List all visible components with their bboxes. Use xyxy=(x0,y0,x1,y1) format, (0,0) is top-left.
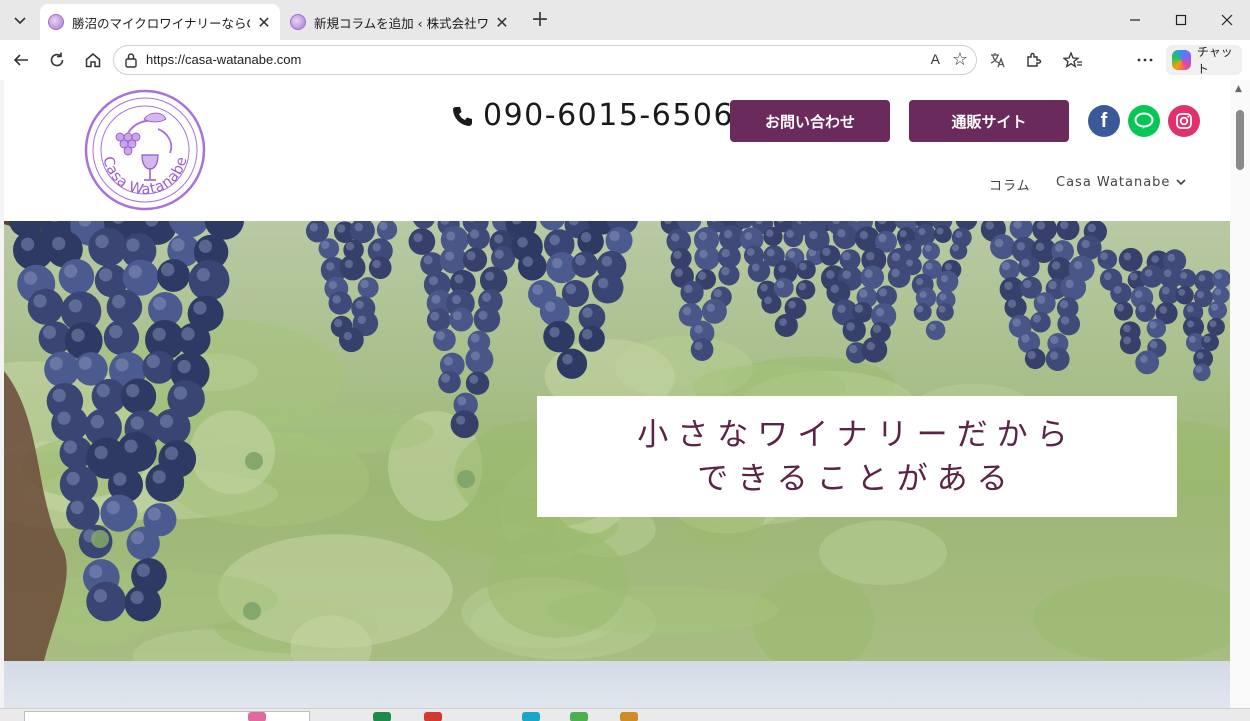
contact-button[interactable]: お問い合わせ xyxy=(730,100,890,142)
taskbar-app-icon[interactable] xyxy=(570,712,588,721)
nav-casa-watanabe-label: Casa Watanabe xyxy=(1056,175,1171,190)
site-favicon-icon xyxy=(48,14,64,30)
tab-casa-watanabe[interactable]: 勝沼のマイクロワイナリーならCasa Watanabe ✕ xyxy=(40,4,280,40)
refresh-icon[interactable] xyxy=(43,46,71,74)
next-section xyxy=(4,661,1230,708)
copilot-label: チャット xyxy=(1196,45,1233,76)
taskbar-app-icon[interactable] xyxy=(424,712,442,721)
tab-new-column[interactable]: 新規コラムを追加 ‹ 株式会社ワイナリー ✕ xyxy=(282,4,518,40)
close-icon[interactable]: ✕ xyxy=(494,13,510,32)
nav-casa-watanabe[interactable]: Casa Watanabe xyxy=(1056,175,1186,190)
chevron-down-icon xyxy=(1176,179,1186,186)
translate-icon[interactable] xyxy=(983,46,1011,74)
phone-icon xyxy=(453,106,472,126)
hero-tagline-line1: 小さなワイナリーだから xyxy=(637,416,1077,453)
hero-tagline-line2: できることがある xyxy=(697,460,1017,497)
site-logo[interactable]: Casa Watanabe xyxy=(84,89,206,211)
tab-title: 新規コラムを追加 ‹ 株式会社ワイナリー xyxy=(314,15,488,31)
browser-toolbar: https://casa-watanabe.com A ☆ チャット xyxy=(0,40,1250,112)
new-tab-icon[interactable]: + xyxy=(527,7,553,33)
hero-tagline-box: 小さなワイナリーだから できることがある xyxy=(537,396,1177,517)
maximize-icon[interactable] xyxy=(1158,0,1204,40)
nav-column[interactable]: コラム xyxy=(989,175,1031,194)
extensions-icon[interactable] xyxy=(1019,46,1047,74)
more-icon[interactable] xyxy=(1131,46,1159,74)
lock-icon[interactable] xyxy=(124,52,138,68)
taskbar xyxy=(0,708,1250,721)
taskbar-app-icon[interactable] xyxy=(522,712,540,721)
back-icon[interactable] xyxy=(7,46,35,74)
taskbar-app-icon[interactable] xyxy=(373,712,391,721)
facebook-icon[interactable]: f xyxy=(1088,105,1120,137)
phone-number[interactable]: 090-6015-6506 xyxy=(451,98,734,133)
read-aloud-icon[interactable]: A xyxy=(931,51,940,67)
instagram-icon[interactable] xyxy=(1168,105,1200,137)
favorite-star-icon[interactable]: ☆ xyxy=(952,49,968,70)
address-bar[interactable]: https://casa-watanabe.com A ☆ xyxy=(113,45,977,75)
url-text: https://casa-watanabe.com xyxy=(146,52,302,67)
minimize-icon[interactable] xyxy=(1112,0,1158,40)
page-viewport: Casa Watanabe 090-6015-6506 お問い合わせ 通販サイト… xyxy=(4,80,1230,708)
scrollbar-thumb[interactable] xyxy=(1236,110,1244,170)
favorites-icon[interactable] xyxy=(1059,46,1087,74)
page-scrollbar[interactable]: ▲ xyxy=(1230,80,1250,708)
tab-list-icon[interactable] xyxy=(6,6,34,34)
shop-button[interactable]: 通販サイト xyxy=(909,100,1069,142)
taskbar-app-icon[interactable] xyxy=(248,712,266,721)
taskbar-app-icon[interactable] xyxy=(620,712,638,721)
tab-title: 勝沼のマイクロワイナリーならCasa Watanabe xyxy=(72,15,250,31)
home-icon[interactable] xyxy=(79,46,107,74)
hero-image: 小さなワイナリーだから できることがある xyxy=(4,221,1230,661)
scroll-up-icon[interactable]: ▲ xyxy=(1235,84,1242,94)
tab-strip: 勝沼のマイクロワイナリーならCasa Watanabe ✕ 新規コラムを追加 ‹… xyxy=(0,0,1250,40)
site-favicon-icon xyxy=(290,14,306,30)
copilot-chat-button[interactable]: チャット xyxy=(1166,45,1242,76)
taskbar-search[interactable] xyxy=(24,711,310,721)
line-icon[interactable] xyxy=(1128,105,1160,137)
phone-number-text: 090-6015-6506 xyxy=(483,98,735,133)
close-icon[interactable]: ✕ xyxy=(256,13,272,32)
copilot-icon xyxy=(1172,50,1191,70)
close-window-icon[interactable] xyxy=(1204,0,1250,40)
